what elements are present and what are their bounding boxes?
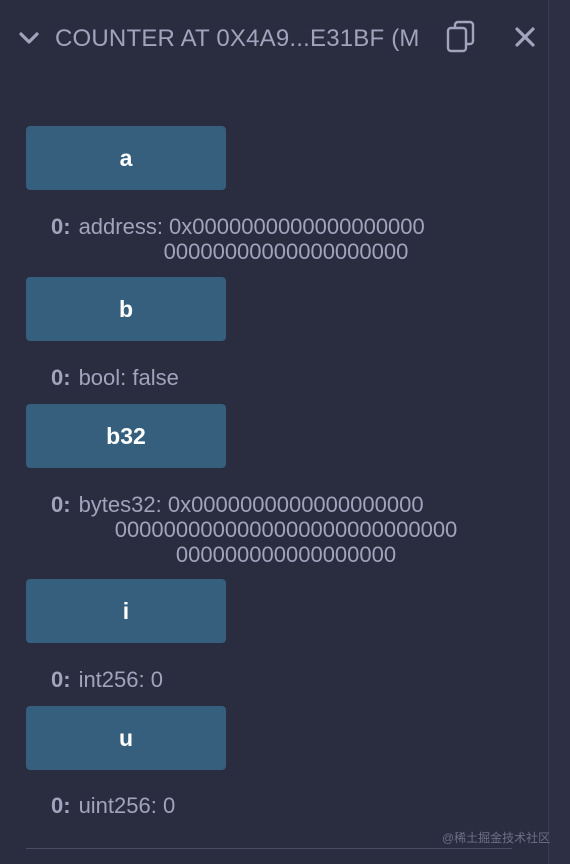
result-index: 0:: [51, 667, 71, 692]
copy-icon[interactable]: [446, 20, 478, 54]
function-result-a: 0: address: 0x0000000000000000000 0000000…: [51, 214, 521, 264]
close-icon[interactable]: [512, 24, 538, 50]
result-value-line: 0000000000000000000000000000: [114, 517, 458, 542]
result-index: 0:: [51, 214, 71, 239]
panel-divider: [26, 848, 512, 849]
scrollbar-gutter[interactable]: [549, 0, 570, 864]
chevron-down-icon[interactable]: [18, 27, 40, 49]
function-result-b: 0: bool: false: [51, 365, 521, 390]
function-result-i: 0: int256: 0: [51, 667, 521, 692]
result-index: 0:: [51, 492, 71, 517]
contract-header: COUNTER AT 0X4A9...E31BF (M: [0, 0, 548, 78]
result-index: 0:: [51, 793, 71, 818]
deployed-contract-panel: COUNTER AT 0X4A9...E31BF (M a 0: address:…: [0, 0, 549, 864]
function-button-b32[interactable]: b32: [26, 404, 226, 468]
function-button-b[interactable]: b: [26, 277, 226, 341]
result-value-line: bool: false: [78, 365, 179, 390]
function-result-u: 0: uint256: 0: [51, 793, 521, 818]
result-value-line: uint256: 0: [78, 793, 176, 818]
function-button-a[interactable]: a: [26, 126, 226, 190]
function-button-i[interactable]: i: [26, 579, 226, 643]
function-button-u[interactable]: u: [26, 706, 226, 770]
result-value-line: 000000000000000000: [175, 542, 397, 567]
result-index: 0:: [51, 365, 71, 390]
result-value-line: int256: 0: [78, 667, 163, 692]
result-value-line: bytes32: 0x0000000000000000000: [78, 492, 424, 517]
watermark-text: @稀土掘金技术社区: [442, 831, 551, 845]
result-value-line: 00000000000000000000: [163, 239, 409, 264]
result-value-line: address: 0x0000000000000000000: [78, 214, 425, 239]
contract-title[interactable]: COUNTER AT 0X4A9...E31BF (M: [55, 24, 423, 54]
function-result-b32: 0: bytes32: 0x0000000000000000000 0000000…: [51, 492, 521, 567]
